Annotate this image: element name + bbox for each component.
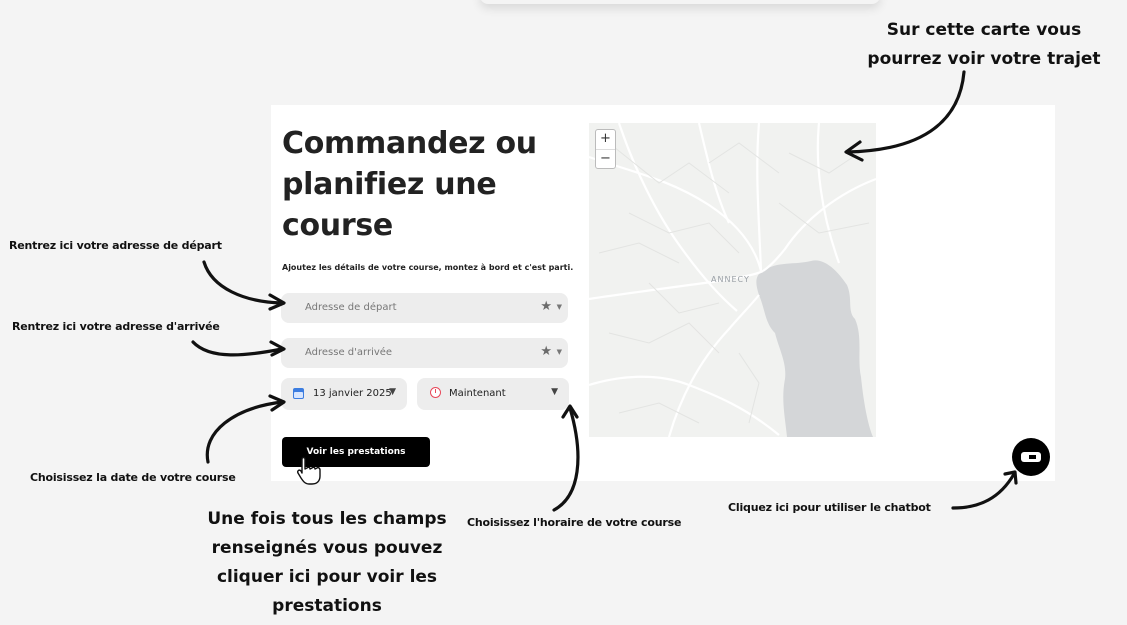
pickup-placeholder: Adresse de départ (305, 302, 397, 313)
zoom-in-button[interactable]: + (596, 130, 615, 150)
annotation-cta: Une fois tous les champs renseignés vous… (207, 509, 447, 616)
annotation-dropoff: Rentrez ici votre adresse d'arrivée (12, 320, 220, 333)
annotation-chatbot: Cliquez ici pour utiliser le chatbot (728, 501, 931, 514)
page-title: Commandez ou planifiez une course (282, 126, 537, 243)
pickup-field[interactable]: Adresse de départ ★ ▼ (281, 293, 568, 323)
annotation-date: Choisissez la date de votre course (30, 471, 236, 484)
zoom-out-button[interactable]: − (596, 150, 615, 169)
annotation-pickup: Rentrez ici votre adresse de départ (9, 239, 222, 252)
top-shadow (480, 0, 880, 4)
annotation-map: Sur cette carte vous pourrez voir votre … (867, 20, 1101, 69)
date-value: 13 janvier 2025 (313, 388, 392, 399)
page-subtitle: Ajoutez les détails de votre course, mon… (282, 263, 574, 272)
chevron-down-icon[interactable]: ▼ (557, 303, 562, 311)
route-map[interactable]: + − ANNECY (589, 123, 876, 437)
chatbot-button[interactable] (1012, 438, 1050, 476)
dropoff-placeholder: Adresse d'arrivée (305, 347, 393, 358)
chevron-down-icon: ▼ (551, 387, 558, 397)
alarm-clock-icon (430, 387, 441, 398)
time-value: Maintenant (449, 388, 506, 399)
chevron-down-icon: ▼ (389, 387, 396, 397)
dropoff-field[interactable]: Adresse d'arrivée ★ ▼ (281, 338, 568, 368)
annotation-time: Choisissez l'horaire de votre course (467, 516, 682, 529)
booking-panel: Commandez ou planifiez une course Ajoute… (271, 105, 1055, 481)
chevron-down-icon[interactable]: ▼ (557, 348, 562, 356)
map-city-label: ANNECY (711, 275, 750, 284)
star-icon[interactable]: ★ (540, 344, 552, 359)
star-icon[interactable]: ★ (540, 299, 552, 314)
calendar-icon (293, 388, 304, 399)
date-picker[interactable]: 13 janvier 2025 ▼ (281, 378, 407, 410)
zoom-control: + − (595, 129, 616, 169)
hand-pointer-icon (297, 456, 321, 485)
time-picker[interactable]: Maintenant ▼ (417, 378, 569, 410)
